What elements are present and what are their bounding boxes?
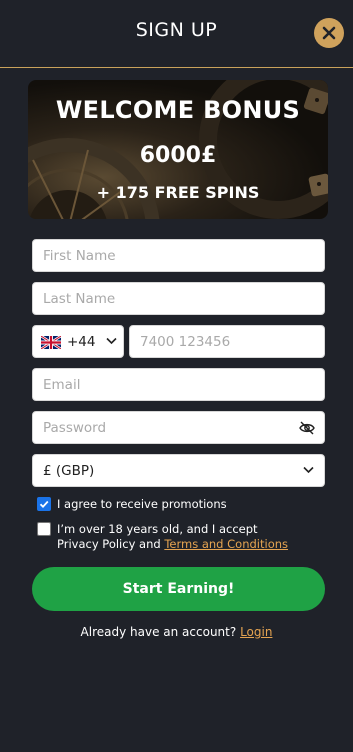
password-field[interactable] [32, 411, 325, 444]
banner-amount: 6000£ [139, 143, 217, 168]
last-name-field[interactable] [32, 282, 325, 315]
terms-line-2: Privacy Policy and [57, 537, 165, 551]
country-code-select[interactable]: +44 [32, 325, 124, 358]
header: SIGN UP [0, 0, 353, 68]
start-earning-button[interactable]: Start Earning! [32, 567, 325, 611]
email-input[interactable] [33, 369, 324, 400]
checkmark-icon [39, 500, 49, 508]
terms-line-1: I’m over 18 years old, and I accept [57, 522, 258, 536]
country-code-value: +44 [67, 334, 96, 350]
welcome-bonus-banner: WELCOME BONUS 6000£ + 175 FREE SPINS [28, 80, 328, 219]
close-button[interactable] [314, 18, 344, 48]
first-name-field[interactable] [32, 239, 325, 272]
close-icon [322, 26, 336, 40]
currency-select[interactable]: £ (GBP) [32, 454, 325, 487]
chevron-down-icon [303, 466, 314, 474]
terms-checkbox[interactable] [37, 522, 51, 536]
currency-value: £ (GBP) [43, 463, 95, 479]
last-name-input[interactable] [33, 283, 324, 314]
password-input[interactable] [33, 412, 324, 443]
email-field[interactable] [32, 368, 325, 401]
login-prompt-text: Already have an account? [80, 625, 241, 639]
banner-headline: WELCOME BONUS [55, 96, 301, 124]
login-prompt: Already have an account? Login [0, 625, 353, 639]
uk-flag-icon [41, 336, 61, 349]
terms-label: I’m over 18 years old, and I accept Priv… [57, 522, 288, 552]
login-link[interactable]: Login [240, 625, 272, 639]
promotions-checkbox[interactable] [37, 497, 51, 511]
phone-field[interactable] [129, 325, 325, 358]
terms-link[interactable]: Terms and Conditions [164, 537, 288, 551]
chevron-down-icon [106, 337, 117, 345]
banner-free-spins: + 175 FREE SPINS [96, 183, 260, 202]
phone-input[interactable] [130, 326, 324, 357]
promotions-label: I agree to receive promotions [57, 497, 227, 511]
hide-password-icon[interactable] [299, 421, 315, 435]
first-name-input[interactable] [33, 240, 324, 271]
page-title: SIGN UP [135, 19, 218, 41]
